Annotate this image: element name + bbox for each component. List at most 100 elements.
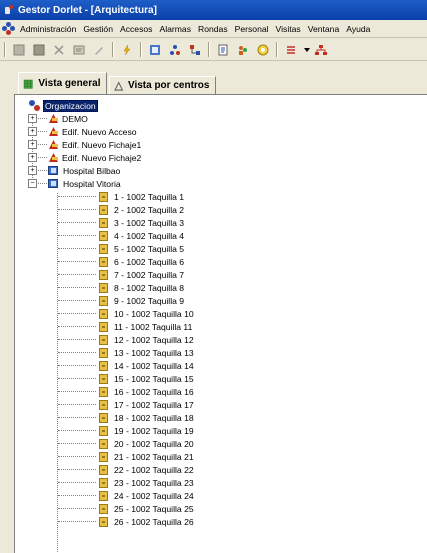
menu-alarmas[interactable]: Alarmas [159,24,191,34]
locker-label: 20 - 1002 Taquilla 20 [114,438,194,449]
locker-item[interactable]: 3 - 1002 Taquilla 3 [99,216,184,229]
tab-strip: ▦ Vista general △ Vista por centros [18,72,218,94]
tree-connector [58,365,96,366]
sitemap-icon[interactable] [314,43,328,57]
tree-connector [58,235,96,236]
tree-connector [57,193,58,553]
collapse-toggle[interactable]: − [28,179,37,188]
locker-item[interactable]: 26 - 1002 Taquilla 26 [99,515,194,528]
dorlet-logo-icon[interactable] [2,21,16,36]
tree-connector [58,222,96,223]
locker-label: 23 - 1002 Taquilla 23 [114,477,194,488]
people-icon[interactable] [236,43,250,57]
locker-item[interactable]: 1 - 1002 Taquilla 1 [99,190,184,203]
menu-ayuda[interactable]: Ayuda [346,24,370,34]
app-icon[interactable] [4,5,14,15]
tree-root[interactable]: Organizacion [29,99,98,112]
dropdown-arrow-icon[interactable] [304,43,310,57]
locker-item[interactable]: 4 - 1002 Taquilla 4 [99,229,184,242]
locker-icon [99,373,108,384]
disk-icon[interactable] [256,43,270,57]
delete-icon[interactable] [52,43,66,57]
tree-connector [58,482,96,483]
locker-item[interactable]: 11 - 1002 Taquilla 11 [99,320,192,333]
locker-icon [99,243,108,254]
expand-toggle[interactable]: + [28,153,37,162]
menu-gestion[interactable]: Gestión [83,24,113,34]
tab-vista-por-centros[interactable]: △ Vista por centros [109,76,217,94]
arrows-icon[interactable] [284,43,298,57]
organization-tree: Organizacion + DEMO + Edif. Nuevo Acceso… [14,94,427,553]
menu-rondas[interactable]: Rondas [198,24,228,34]
network-icon[interactable] [188,43,202,57]
locker-item[interactable]: 16 - 1002 Taquilla 16 [99,385,194,398]
expand-toggle[interactable]: + [28,127,37,136]
locker-item[interactable]: 22 - 1002 Taquilla 22 [99,463,194,476]
locker-item[interactable]: 17 - 1002 Taquilla 17 [99,398,194,411]
tree-node[interactable]: Edif. Nuevo Fichaje2 [48,151,141,164]
tree-node[interactable]: Hospital Vitoria [48,177,121,190]
building-icon [48,152,59,163]
locker-label: 19 - 1002 Taquilla 19 [114,425,194,436]
locker-item[interactable]: 7 - 1002 Taquilla 7 [99,268,184,281]
locker-label: 5 - 1002 Taquilla 5 [114,243,185,254]
locker-item[interactable]: 6 - 1002 Taquilla 6 [99,255,184,268]
locker-label: 25 - 1002 Taquilla 25 [114,503,194,514]
pen-icon[interactable] [92,43,106,57]
menu-ventana[interactable]: Ventana [308,24,340,34]
locker-item[interactable]: 23 - 1002 Taquilla 23 [99,476,194,489]
new-record-icon[interactable] [12,43,26,57]
locker-label: 16 - 1002 Taquilla 16 [114,386,194,397]
locker-label: 22 - 1002 Taquilla 22 [114,464,194,475]
properties-icon[interactable] [72,43,86,57]
locker-item[interactable]: 2 - 1002 Taquilla 2 [99,203,184,216]
locker-icon [99,269,108,280]
locker-label: 7 - 1002 Taquilla 7 [114,269,185,280]
locker-item[interactable]: 25 - 1002 Taquilla 25 [99,502,194,515]
locker-label: 6 - 1002 Taquilla 6 [114,256,185,267]
locker-item[interactable]: 9 - 1002 Taquilla 9 [99,294,184,307]
locker-item[interactable]: 5 - 1002 Taquilla 5 [99,242,184,255]
menu-visitas[interactable]: Visitas [276,24,301,34]
hospital-icon [48,165,60,176]
tree-icon[interactable] [168,43,182,57]
locker-item[interactable]: 14 - 1002 Taquilla 14 [99,359,194,372]
tab-vista-general[interactable]: ▦ Vista general [18,72,108,94]
locker-item[interactable]: 13 - 1002 Taquilla 13 [99,346,194,359]
locker-label: 1 - 1002 Taquilla 1 [114,191,185,202]
locker-item[interactable]: 19 - 1002 Taquilla 19 [99,424,194,437]
locker-icon [99,217,108,228]
locker-item[interactable]: 8 - 1002 Taquilla 8 [99,281,184,294]
save-record-icon[interactable] [32,43,46,57]
tree-connector [58,443,96,444]
lightning-icon[interactable] [120,43,134,57]
tree-node[interactable]: Edif. Nuevo Acceso [48,125,137,138]
tree-node-label: Edif. Nuevo Fichaje1 [62,139,142,150]
tree-node[interactable]: Hospital Bilbao [48,164,120,177]
locker-item[interactable]: 18 - 1002 Taquilla 18 [99,411,194,424]
locker-item[interactable]: 20 - 1002 Taquilla 20 [99,437,194,450]
tree-view-icon: ▦ [23,78,34,90]
toolbar-separator [112,42,114,57]
expand-toggle[interactable]: + [28,114,37,123]
menu-accesos[interactable]: Accesos [120,24,152,34]
locker-label: 3 - 1002 Taquilla 3 [114,217,185,228]
locker-item[interactable]: 24 - 1002 Taquilla 24 [99,489,194,502]
toolbar-separator [208,42,210,57]
locker-label: 4 - 1002 Taquilla 4 [114,230,185,241]
menu-administracion[interactable]: Administración [20,24,76,34]
expand-toggle[interactable]: + [28,140,37,149]
tree-node[interactable]: Edif. Nuevo Fichaje1 [48,138,141,151]
refresh-icon[interactable] [148,43,162,57]
tree-connector [58,352,96,353]
locker-icon [99,399,108,410]
locker-item[interactable]: 15 - 1002 Taquilla 15 [99,372,194,385]
locker-item[interactable]: 12 - 1002 Taquilla 12 [99,333,194,346]
tree-node[interactable]: DEMO [48,112,88,125]
locker-item[interactable]: 10 - 1002 Taquilla 10 [99,307,194,320]
report-icon[interactable] [216,43,230,57]
locker-item[interactable]: 21 - 1002 Taquilla 21 [99,450,194,463]
menu-personal[interactable]: Personal [235,24,269,34]
menu-bar: Administración Gestión Accesos Alarmas R… [0,20,427,38]
expand-toggle[interactable]: + [28,166,37,175]
